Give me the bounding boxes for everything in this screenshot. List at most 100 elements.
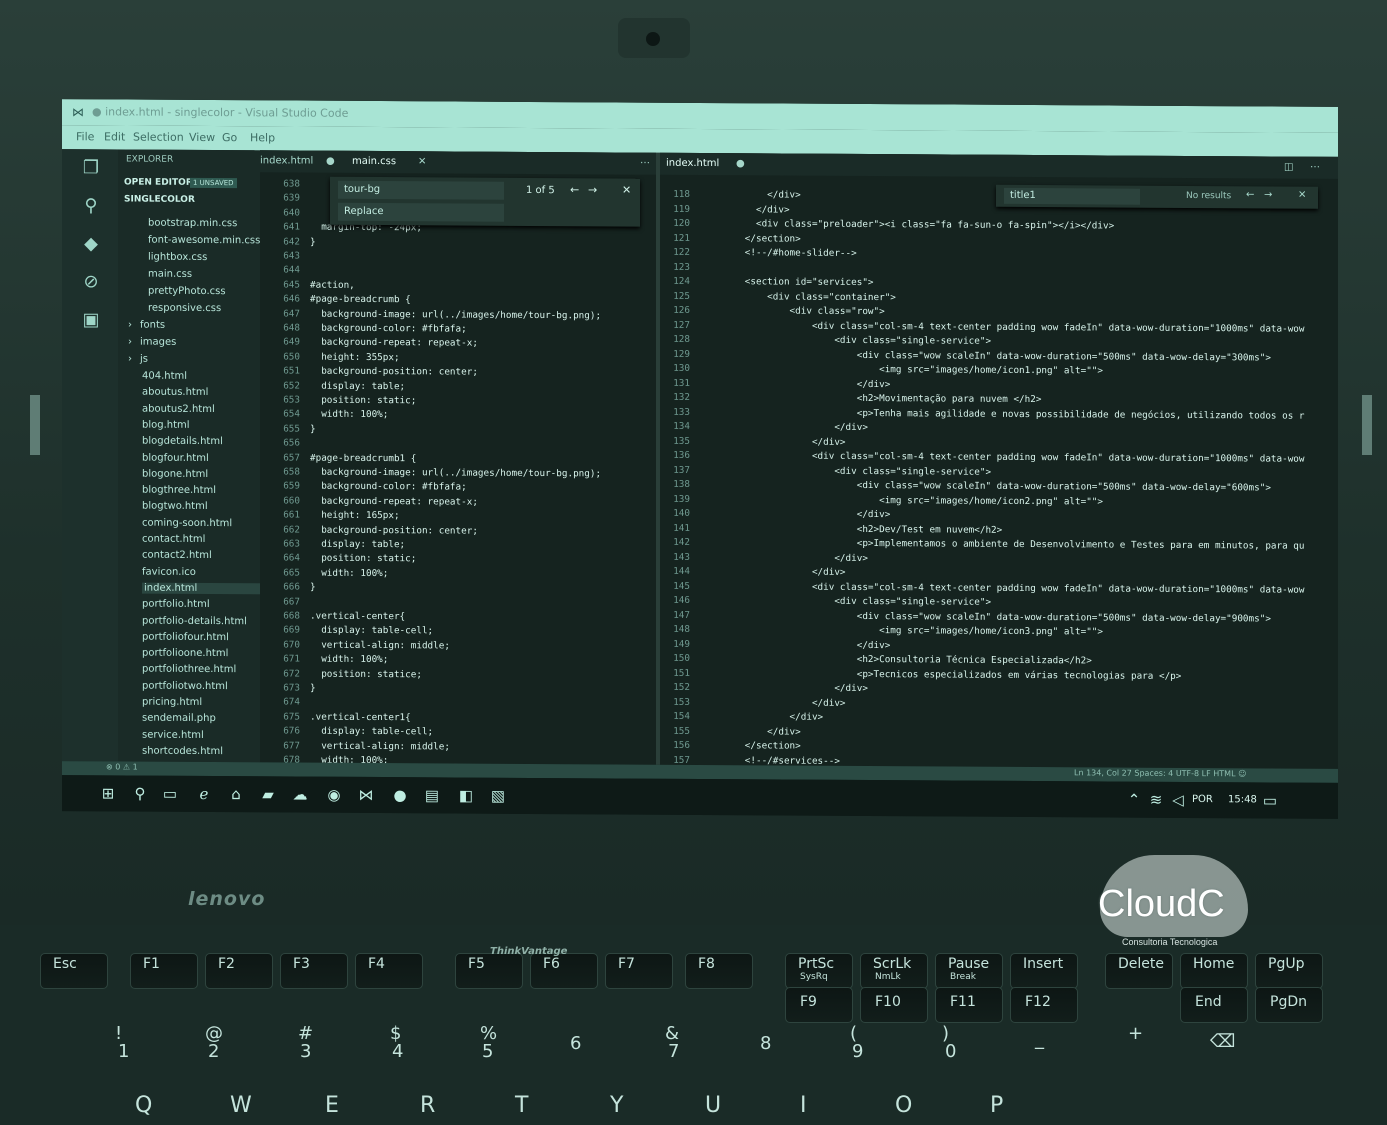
key-function[interactable]: F10 [860, 987, 928, 1023]
sidebar-file[interactable]: portfoliofour.html [142, 631, 229, 643]
chevron-up-icon[interactable]: ⌃ [1124, 790, 1144, 810]
sidebar-file[interactable]: main.css [148, 269, 192, 280]
key-top[interactable]: F4 [355, 953, 423, 989]
key-top[interactable]: Delete [1105, 953, 1173, 989]
volume-icon[interactable]: ◁ [1168, 790, 1188, 810]
key-function[interactable]: F11 [935, 987, 1003, 1023]
sidebar-file[interactable]: portfolio-details.html [142, 615, 247, 627]
windows-start-icon[interactable]: ⊞ [98, 783, 118, 803]
key-top[interactable]: PrtSc SysRq [785, 953, 853, 989]
replace-input[interactable]: Replace [338, 202, 504, 222]
key-function[interactable]: End [1180, 987, 1248, 1023]
sidebar-file[interactable]: prettyPhoto.css [148, 286, 226, 297]
sidebar-file[interactable]: contact.html [142, 534, 205, 545]
powerpoint-icon[interactable]: ▧ [488, 786, 508, 806]
close-find-icon[interactable]: ✕ [1298, 190, 1306, 201]
sidebar-file[interactable]: portfoliotwo.html [142, 680, 228, 692]
sidebar-folder[interactable]: fonts [140, 320, 165, 331]
sidebar-file[interactable]: contact2.html [142, 550, 212, 561]
sidebar-file[interactable]: font-awesome.min.css [148, 235, 260, 247]
app-icon[interactable]: ◉ [324, 785, 344, 805]
sidebar-file[interactable]: index.html [142, 582, 278, 595]
notifications-icon[interactable]: ▭ [1260, 790, 1280, 810]
find-input[interactable]: tour-bg [338, 180, 504, 200]
extensions-icon[interactable]: ▣ [80, 309, 102, 331]
sidebar-file[interactable]: 404.html [142, 371, 187, 382]
sidebar-file[interactable]: service.html [142, 729, 204, 740]
key-top[interactable]: Insert [1010, 953, 1078, 989]
sidebar-folder[interactable]: js [140, 354, 148, 365]
sidebar-file[interactable]: blog.html [142, 419, 190, 430]
store-icon[interactable]: ⌂ [226, 784, 246, 804]
close-find-icon[interactable]: ✕ [622, 184, 631, 197]
app-icon[interactable]: ☁ [290, 784, 310, 804]
search-icon[interactable]: ⚲ [80, 195, 102, 217]
sidebar-file[interactable]: bootstrap.min.css [148, 218, 237, 230]
key-top[interactable]: F6 [530, 953, 598, 989]
key-function[interactable]: PgDn [1255, 987, 1323, 1023]
key-top[interactable]: ScrLk NmLk [860, 953, 928, 989]
input-language[interactable]: POR [1192, 794, 1213, 805]
key-top[interactable]: Esc [40, 953, 108, 989]
task-view-icon[interactable]: ▭ [160, 784, 180, 804]
letter-row[interactable]: QWERTYUIOP [0, 1087, 1387, 1125]
key-top[interactable]: PgUp [1255, 953, 1323, 989]
next-match-icon[interactable]: → [1264, 189, 1272, 200]
tab-index-html-right[interactable]: index.html [666, 158, 719, 169]
project-section[interactable]: SINGLECOLOR [124, 194, 195, 204]
files-icon[interactable]: ❐ [80, 157, 102, 179]
editor-status[interactable]: Ln 134, Col 27 Spaces: 4 UTF-8 LF HTML ☺ [1074, 768, 1246, 778]
sidebar-file[interactable]: pricing.html [142, 697, 202, 708]
split-editor-icon[interactable]: ◫ [1284, 162, 1293, 173]
sidebar-file[interactable]: responsive.css [148, 303, 221, 314]
more-icon[interactable]: ⋯ [640, 158, 650, 169]
sidebar-file[interactable]: blogfour.html [142, 452, 209, 463]
sidebar-file[interactable]: lightbox.css [148, 252, 207, 263]
menu-edit[interactable]: Edit [104, 130, 125, 143]
sidebar-file[interactable]: portfoliothree.html [142, 664, 236, 676]
key-top[interactable]: F7 [605, 953, 673, 989]
sidebar-file[interactable]: shortcodes.html [142, 745, 223, 756]
sidebar-file[interactable]: blogdetails.html [142, 436, 223, 447]
sidebar-file[interactable]: sendemail.php [142, 713, 216, 724]
wifi-icon[interactable]: ≋ [1146, 790, 1166, 810]
problems-status[interactable]: ⊗ 0 ⚠ 1 [106, 762, 138, 771]
debug-icon[interactable]: ⊘ [80, 271, 102, 293]
sidebar-file[interactable]: blogtwo.html [142, 501, 208, 512]
key-function[interactable]: F9 [785, 987, 853, 1023]
key-top[interactable]: F2 [205, 953, 273, 989]
chevron-right-icon[interactable]: › [128, 354, 132, 365]
sidebar-file[interactable]: portfolioone.html [142, 648, 228, 660]
key-top[interactable]: Pause Break [935, 953, 1003, 989]
sidebar-file[interactable]: favicon.ico [142, 566, 196, 577]
sidebar-file[interactable]: aboutus2.html [142, 403, 215, 414]
app-icon[interactable]: ◧ [456, 786, 476, 806]
folder-icon[interactable]: ▰ [258, 784, 278, 804]
edge-icon[interactable]: ℯ [194, 784, 214, 804]
menu-file[interactable]: File [76, 130, 94, 143]
key-top[interactable]: F8 [685, 953, 753, 989]
sidebar-file[interactable]: coming-soon.html [142, 517, 232, 529]
git-icon[interactable]: ◆ [80, 233, 102, 255]
sidebar-file[interactable]: blogthree.html [142, 485, 216, 496]
search-icon[interactable]: ⚲ [130, 784, 150, 804]
more-icon[interactable]: ⋯ [1310, 162, 1320, 173]
sidebar-file[interactable]: aboutus.html [142, 387, 208, 398]
next-match-icon[interactable]: → [588, 183, 597, 196]
clock[interactable]: 15:48 [1228, 794, 1257, 805]
number-row[interactable]: ! 1 @2 #3 $4% 5 6 & 7 8(9) 0 _ + ⌫ [0, 1021, 1387, 1081]
menu-help[interactable]: Help [250, 131, 275, 144]
key-top[interactable]: F5 [455, 953, 523, 989]
chevron-right-icon[interactable]: › [128, 337, 132, 348]
previous-match-icon[interactable]: ← [1246, 189, 1254, 200]
sidebar-file[interactable]: blogone.html [142, 468, 208, 479]
close-icon[interactable]: ✕ [418, 156, 426, 167]
chevron-right-icon[interactable]: › [128, 320, 132, 331]
menu-view[interactable]: View [189, 131, 215, 144]
previous-match-icon[interactable]: ← [570, 183, 579, 196]
menu-go[interactable]: Go [222, 131, 237, 144]
key-function[interactable]: F12 [1010, 987, 1078, 1023]
tab-main-css[interactable]: main.css [352, 156, 396, 167]
chrome-icon[interactable]: ● [390, 785, 410, 805]
app-icon[interactable]: ▤ [422, 785, 442, 805]
